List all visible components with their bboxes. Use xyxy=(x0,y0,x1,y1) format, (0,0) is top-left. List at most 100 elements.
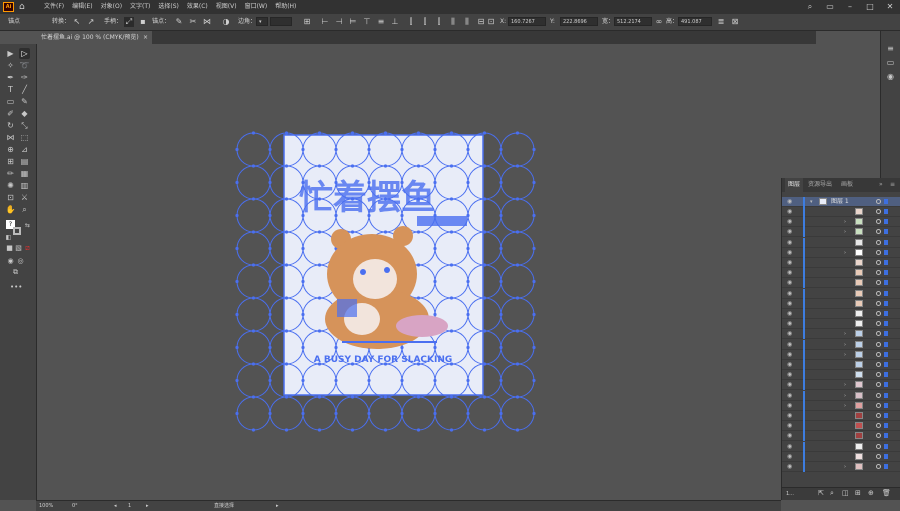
anchor-point[interactable] xyxy=(251,428,256,432)
anchor-point[interactable] xyxy=(482,263,487,267)
menu-file[interactable]: 文件(F) xyxy=(44,0,64,14)
tab-asset-export[interactable]: 资源导出 xyxy=(808,178,832,192)
visibility-icon[interactable]: ◉ xyxy=(787,268,792,278)
visibility-icon[interactable]: ◉ xyxy=(787,421,792,431)
anchor-point[interactable] xyxy=(334,345,338,350)
anchor-point[interactable] xyxy=(515,428,520,432)
anchor-point[interactable] xyxy=(301,378,305,383)
isolate-icon[interactable]: ⊠ xyxy=(730,17,740,27)
anchor-point[interactable] xyxy=(251,329,256,333)
anchor-point[interactable] xyxy=(251,263,256,267)
visibility-icon[interactable]: ◉ xyxy=(787,227,792,237)
anchor-point[interactable] xyxy=(367,147,371,152)
paintbrush-icon[interactable]: ✎ xyxy=(19,96,30,107)
layer-row[interactable]: ◉ › xyxy=(782,349,900,360)
anchor-point[interactable] xyxy=(251,296,256,300)
target-icon[interactable] xyxy=(876,260,881,265)
width-field[interactable]: 512.2174 xyxy=(614,17,652,26)
anchor-point[interactable] xyxy=(416,395,421,399)
layer-row[interactable]: ◉ xyxy=(782,370,900,381)
visibility-icon[interactable]: ◉ xyxy=(787,360,792,370)
anchor-point[interactable] xyxy=(235,378,239,383)
layer-row[interactable]: ◉ xyxy=(782,207,900,217)
anchor-point[interactable] xyxy=(301,411,305,416)
anchor-point[interactable] xyxy=(317,230,322,234)
target-icon[interactable] xyxy=(876,229,881,235)
blend-tool-icon[interactable]: ▦ xyxy=(19,168,30,179)
visibility-icon[interactable]: ◉ xyxy=(787,431,792,441)
align-to-icon[interactable]: ⊟ xyxy=(476,17,486,27)
recolor-icon[interactable]: ◑ xyxy=(221,17,231,27)
visibility-icon[interactable]: ◉ xyxy=(787,380,792,390)
anchor-point[interactable] xyxy=(482,296,487,300)
anchor-point[interactable] xyxy=(235,213,239,218)
anchor-point[interactable] xyxy=(383,164,388,168)
distribute-hcenter-icon[interactable]: ⫼ xyxy=(462,17,472,27)
layer-row[interactable]: ◉ xyxy=(782,441,900,452)
convert-corner-icon[interactable]: ↖ xyxy=(72,17,82,27)
anchor-point[interactable] xyxy=(284,329,289,333)
anchor-point[interactable] xyxy=(449,230,454,234)
expand-icon[interactable]: › xyxy=(844,462,846,472)
anchor-point[interactable] xyxy=(449,428,454,432)
libraries-icon[interactable]: ▭ xyxy=(885,57,896,68)
target-icon[interactable] xyxy=(876,331,881,337)
anchor-point[interactable] xyxy=(350,395,355,399)
stroke-swatch-icon[interactable] xyxy=(13,227,21,235)
anchor-point[interactable] xyxy=(367,411,371,416)
anchor-point[interactable] xyxy=(416,164,421,168)
target-icon[interactable] xyxy=(876,351,881,357)
visibility-icon[interactable]: ◉ xyxy=(787,278,792,288)
visibility-icon[interactable]: ◉ xyxy=(787,238,792,248)
layer-row[interactable]: ◉ xyxy=(782,309,900,319)
anchor-point[interactable] xyxy=(433,246,437,251)
anchor-point[interactable] xyxy=(515,197,520,201)
cut-path-icon[interactable]: ✂ xyxy=(188,17,198,27)
anchor-point[interactable] xyxy=(449,131,454,135)
expand-icon[interactable]: › xyxy=(844,391,846,401)
visibility-icon[interactable]: ◉ xyxy=(787,401,792,411)
anchor-point[interactable] xyxy=(251,395,256,399)
align-left-icon[interactable]: ⊢ xyxy=(320,17,330,27)
anchor-point[interactable] xyxy=(400,345,404,350)
curvature-tool-icon[interactable]: ✑ xyxy=(19,72,30,83)
anchor-point[interactable] xyxy=(449,263,454,267)
anchor-point[interactable] xyxy=(284,395,289,399)
anchor-point[interactable] xyxy=(334,147,338,152)
anchor-point[interactable] xyxy=(515,263,520,267)
anchor-point[interactable] xyxy=(499,312,503,317)
anchor-point[interactable] xyxy=(482,230,487,234)
visibility-icon[interactable]: ◉ xyxy=(787,197,792,207)
default-colors-icon[interactable]: ◧ xyxy=(3,232,14,243)
anchor-point[interactable] xyxy=(433,378,437,383)
layer-row[interactable]: ◉ › xyxy=(782,227,900,238)
anchor-point[interactable] xyxy=(301,279,305,284)
anchor-point[interactable] xyxy=(284,263,289,267)
anchor-point[interactable] xyxy=(383,395,388,399)
anchor-point[interactable] xyxy=(284,362,289,366)
target-icon[interactable] xyxy=(876,372,881,378)
panel-collapse-icon[interactable]: » xyxy=(879,178,883,192)
target-icon[interactable] xyxy=(876,402,881,408)
anchor-point[interactable] xyxy=(268,213,272,218)
anchor-point[interactable] xyxy=(449,395,454,399)
anchor-point[interactable] xyxy=(251,362,256,366)
anchor-point[interactable] xyxy=(482,329,487,333)
anchor-point[interactable] xyxy=(235,312,239,317)
layer-row[interactable]: ◉ xyxy=(782,431,900,442)
visibility-icon[interactable]: ◉ xyxy=(787,217,792,227)
artwork-canvas[interactable]: 忙着摆鱼 A BUSY DAY FOR SLACKING xyxy=(37,44,780,500)
expand-icon[interactable]: › xyxy=(844,350,846,360)
menu-effect[interactable]: 效果(C) xyxy=(187,0,208,14)
expand-icon[interactable]: › xyxy=(844,380,846,390)
menu-help[interactable]: 帮助(H) xyxy=(275,0,296,14)
anchor-point[interactable] xyxy=(317,329,322,333)
constrain-link-icon[interactable]: ∞ xyxy=(654,17,664,27)
transform-icon[interactable]: ⊡ xyxy=(486,17,496,27)
layer-row[interactable]: ◉ xyxy=(782,298,900,309)
anchor-point[interactable] xyxy=(449,296,454,300)
slice-tool-icon[interactable]: ⚔ xyxy=(19,192,30,203)
visibility-icon[interactable]: ◉ xyxy=(787,370,792,380)
anchor-point[interactable] xyxy=(416,230,421,234)
anchor-point[interactable] xyxy=(251,131,256,135)
